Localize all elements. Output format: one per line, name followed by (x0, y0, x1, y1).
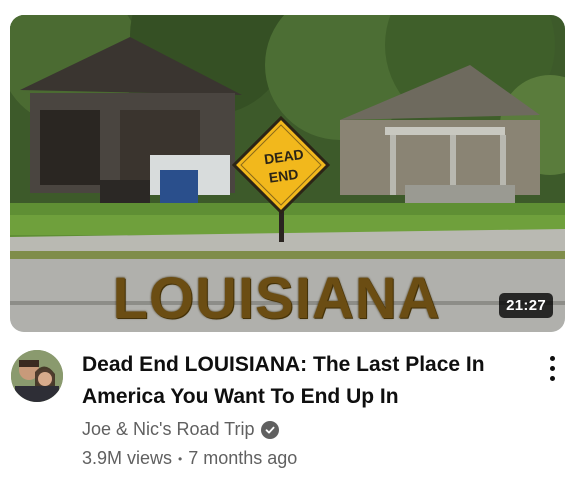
duration-badge: 21:27 (499, 293, 553, 318)
stats-separator: • (178, 451, 183, 466)
upload-age: 7 months ago (188, 448, 298, 468)
channel-avatar[interactable] (11, 350, 63, 402)
video-stats: 3.9M views • 7 months ago (82, 448, 522, 469)
channel-row[interactable]: Joe & Nic's Road Trip (82, 419, 522, 440)
video-card[interactable]: DEAD END LOUISIANA 21:27 Dead End LOUISI… (0, 0, 569, 491)
video-meta: Dead End LOUISIANA: The Last Place In Am… (82, 349, 522, 469)
video-thumbnail[interactable]: DEAD END LOUISIANA 21:27 (10, 15, 565, 332)
video-title[interactable]: Dead End LOUISIANA: The Last Place In Am… (82, 349, 522, 413)
more-vert-icon[interactable] (540, 352, 564, 384)
channel-name[interactable]: Joe & Nic's Road Trip (82, 419, 255, 440)
view-count: 3.9M views (82, 448, 173, 468)
verified-check-icon (260, 420, 279, 439)
avatar-image (11, 350, 63, 402)
thumbnail-title: LOUISIANA (112, 266, 441, 331)
